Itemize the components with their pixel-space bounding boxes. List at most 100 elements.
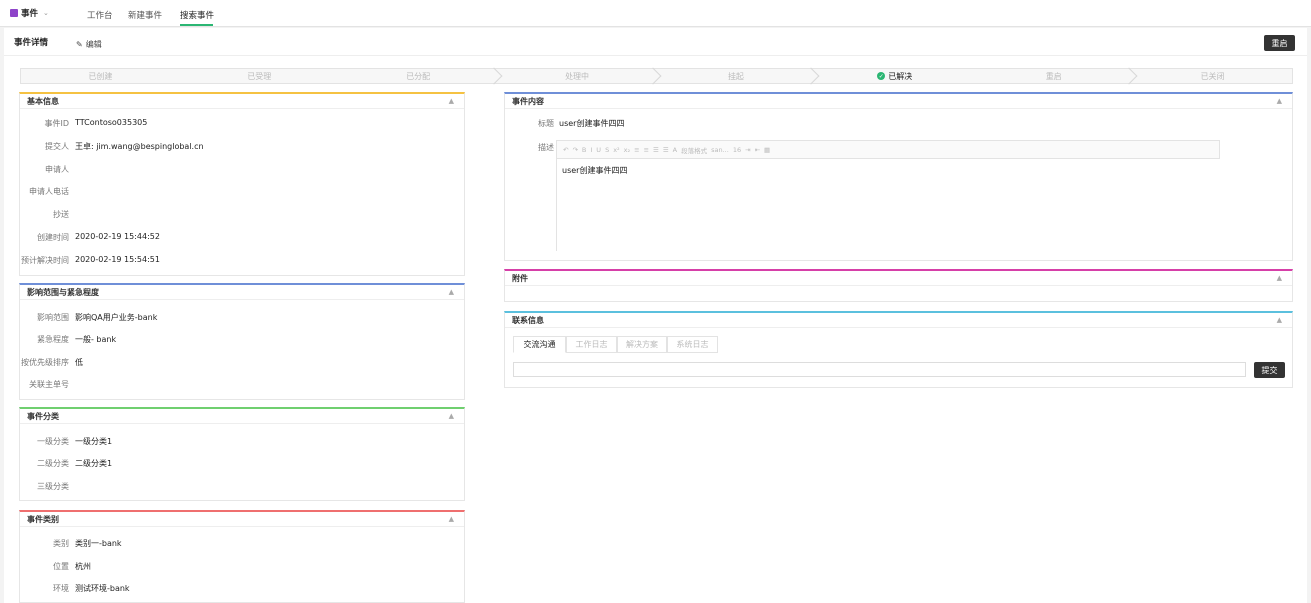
top-nav: 事件 ⌄ 工作台 新建事件 搜索事件 [0, 0, 1311, 27]
redo-icon[interactable]: ↷ [572, 146, 577, 154]
step-label: 已受理 [247, 71, 272, 81]
chevron-up-icon[interactable]: ▲ [449, 288, 454, 296]
field-value: 2020-02-19 15:44:52 [75, 232, 160, 241]
field-label: 事件ID [44, 119, 69, 128]
field-label: 关联主单号 [29, 380, 69, 389]
subscript-icon[interactable]: x₂ [624, 146, 630, 154]
subject-value: user创建事件四四 [559, 119, 625, 128]
chevron-up-icon[interactable]: ▲ [449, 97, 454, 105]
list-unordered-icon[interactable]: ☰ [663, 146, 669, 154]
submit-button[interactable]: 提交 [1254, 362, 1285, 378]
step-in-progress: 处理中 [498, 67, 661, 85]
page-title: 事件详情 [14, 38, 49, 48]
field-value: 二级分类1 [75, 459, 113, 468]
tab-communication[interactable]: 交流沟通 [513, 336, 566, 353]
step-resolved: ✓ 已解决 [815, 69, 974, 83]
list-ordered-icon[interactable]: ☰ [653, 146, 659, 154]
panel-title: 影响范围与紧急程度 [27, 287, 99, 297]
field-label: 提交人 [45, 142, 69, 151]
italic-icon[interactable]: I [590, 146, 592, 154]
chevron-up-icon[interactable]: ▲ [449, 515, 454, 523]
panel-header[interactable]: 附件 ▲ [505, 271, 1292, 286]
nav-new-event[interactable]: 新建事件 [128, 9, 162, 21]
panel-title: 联系信息 [512, 315, 544, 325]
comment-input[interactable] [513, 362, 1246, 377]
field-label: 环境 [53, 584, 69, 593]
chevron-up-icon[interactable]: ▲ [1277, 97, 1282, 105]
description-editor[interactable]: user创建事件四四 [556, 159, 1220, 251]
panel-title: 事件内容 [512, 96, 544, 106]
step-suspended: 挂起 [657, 67, 820, 85]
panel-header[interactable]: 影响范围与紧急程度 ▲ [20, 285, 464, 300]
outdent-icon[interactable]: ⇤ [755, 146, 760, 154]
page-header: 事件详情 ✎ 编辑 重启 [4, 28, 1307, 56]
chevron-up-icon[interactable]: ▲ [1277, 316, 1282, 324]
chevron-down-icon: ⌄ [43, 9, 49, 17]
field-value: TTContoso035305 [75, 118, 148, 127]
tab-work-log[interactable]: 工作日志 [566, 336, 617, 353]
step-label: 已解决 [888, 71, 913, 81]
field-value: 低 [75, 358, 83, 367]
step-accepted: 已受理 [180, 69, 339, 83]
step-label: 已创建 [88, 71, 113, 81]
panel-header[interactable]: 基本信息 ▲ [20, 94, 464, 109]
chevron-up-icon[interactable]: ▲ [1277, 274, 1282, 282]
field-value: 类别一-bank [75, 539, 122, 548]
field-label: 二级分类 [37, 459, 69, 468]
panel-header[interactable]: 事件内容 ▲ [505, 94, 1292, 109]
panel-title: 基本信息 [27, 96, 59, 106]
category-panel: 事件分类 ▲ [19, 407, 465, 501]
app-name: 事件 [21, 9, 39, 19]
tab-solution[interactable]: 解决方案 [617, 336, 667, 353]
field-label: 创建时间 [37, 233, 69, 242]
field-value: 影响QA用户业务-bank [75, 313, 158, 322]
app-switcher[interactable]: 事件 ⌄ [10, 7, 49, 19]
panel-header[interactable]: 事件分类 ▲ [20, 409, 464, 424]
field-value: 测试环境-bank [75, 584, 130, 593]
underline-icon[interactable]: U [596, 146, 601, 154]
editor-toolbar: ↶ ↷ B I U S x² x₂ ≡ ≡ ☰ ☰ A 段落格式 san... … [556, 140, 1220, 159]
undo-icon[interactable]: ↶ [563, 146, 568, 154]
reopen-button[interactable]: 重启 [1264, 35, 1295, 51]
field-label: 按优先级排序 [21, 358, 69, 367]
subject-label: 标题 [538, 119, 554, 128]
field-label: 紧急程度 [37, 335, 69, 344]
field-label: 申请人 [45, 165, 69, 174]
clear-format-icon[interactable]: A [673, 146, 677, 154]
size-select[interactable]: 16 [733, 146, 741, 154]
step-label: 处理中 [565, 71, 590, 81]
nav-search-event[interactable]: 搜索事件 [180, 9, 214, 21]
step-label: 已分配 [406, 71, 431, 81]
chevron-up-icon[interactable]: ▲ [449, 412, 454, 420]
step-created: 已创建 [21, 69, 180, 83]
format-select[interactable]: 段落格式 [681, 145, 707, 155]
align-center-icon[interactable]: ≡ [644, 146, 649, 154]
field-label: 三级分类 [37, 482, 69, 491]
attachment-panel: 附件 ▲ [504, 269, 1293, 302]
panel-title: 事件类别 [27, 514, 59, 524]
font-select[interactable]: san... [711, 146, 729, 154]
bold-icon[interactable]: B [582, 146, 586, 154]
nav-workbench[interactable]: 工作台 [87, 9, 113, 21]
field-value: 一级分类1 [75, 437, 113, 446]
step-closed: 已关闭 [1133, 69, 1292, 83]
table-icon[interactable]: ▦ [764, 146, 770, 154]
strikethrough-icon[interactable]: S [605, 146, 609, 154]
field-label: 位置 [53, 562, 69, 571]
superscript-icon[interactable]: x² [613, 146, 619, 154]
field-label: 类别 [53, 539, 69, 548]
step-reopened: 重启 [974, 67, 1138, 85]
field-value: 王卓: jim.wang@bespinglobal.cn [75, 142, 204, 151]
panel-header[interactable]: 事件类别 ▲ [20, 512, 464, 527]
field-label: 申请人电话 [29, 187, 69, 196]
align-left-icon[interactable]: ≡ [634, 146, 639, 154]
panel-header[interactable]: 联系信息 ▲ [505, 313, 1292, 328]
edit-button[interactable]: ✎ 编辑 [76, 39, 102, 50]
step-assigned: 已分配 [339, 67, 503, 85]
indent-icon[interactable]: ⇥ [745, 146, 750, 154]
tab-system-log[interactable]: 系统日志 [667, 336, 718, 353]
field-label: 抄送 [53, 210, 69, 219]
field-label: 影响范围 [37, 313, 69, 322]
description-value: user创建事件四四 [562, 166, 628, 175]
edit-label: 编辑 [85, 40, 102, 49]
